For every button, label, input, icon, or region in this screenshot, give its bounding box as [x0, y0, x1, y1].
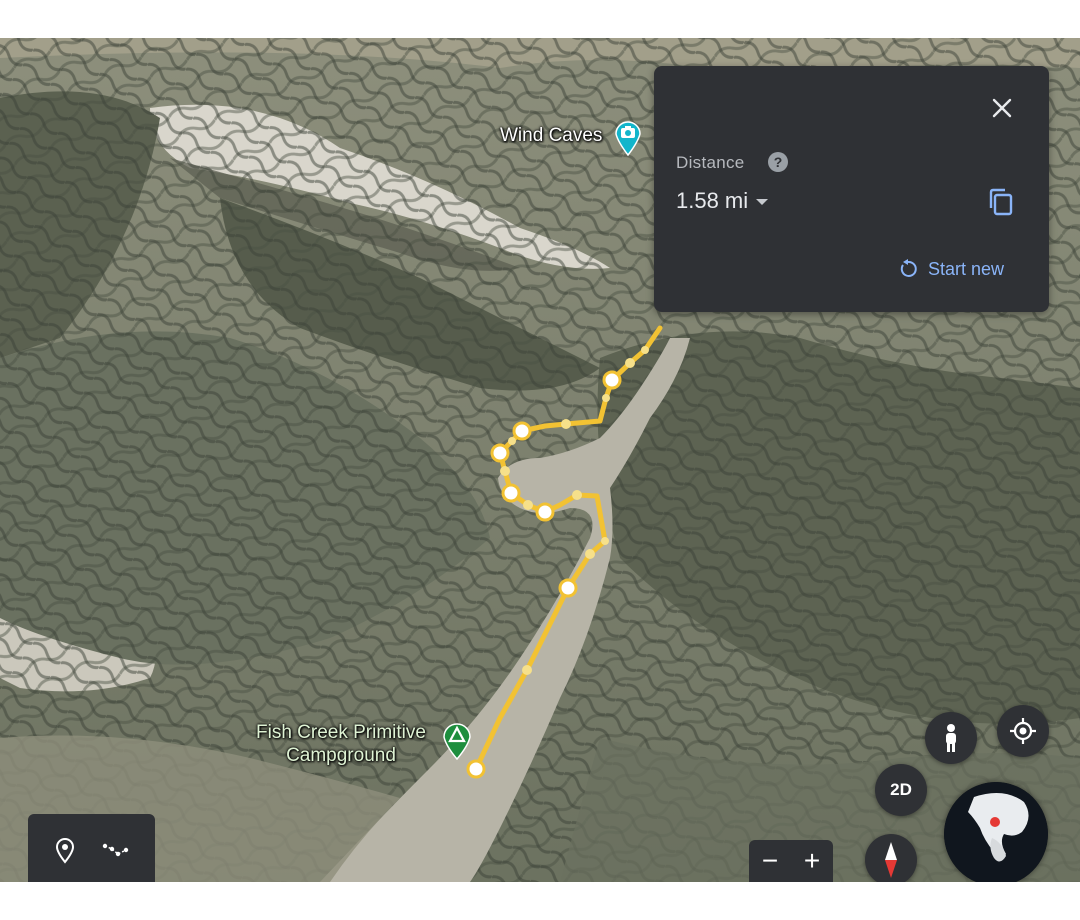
zoom-out-button[interactable]: −: [749, 840, 791, 882]
my-location-icon: [1010, 718, 1036, 744]
campground-pin-icon[interactable]: [442, 720, 472, 760]
camera-pin-icon[interactable]: [614, 118, 642, 156]
compass-button[interactable]: [865, 834, 917, 886]
pegman-icon: [946, 724, 956, 752]
measure-path-icon[interactable]: [102, 836, 130, 864]
globe-button[interactable]: [944, 782, 1048, 886]
place-label-campground[interactable]: Fish Creek Primitive Campground: [256, 721, 426, 767]
start-new-label: Start new: [928, 258, 1005, 279]
my-location-button[interactable]: [997, 705, 1049, 757]
bottom-margin: [0, 882, 1080, 920]
distance-value[interactable]: 1.58 mi: [676, 188, 748, 214]
help-icon[interactable]: ?: [768, 152, 788, 172]
toggle-2d-button[interactable]: 2D: [875, 764, 927, 816]
zoom-controls: − +: [749, 840, 833, 882]
campground-label-line2: Campground: [286, 745, 396, 766]
restart-icon: [900, 259, 917, 277]
globe-icon: [944, 782, 1048, 886]
copy-icon[interactable]: [986, 186, 1016, 218]
measure-distance-panel: Distance ? 1.58 mi Start new: [654, 66, 1049, 312]
campground-label-line1: Fish Creek Primitive: [256, 722, 426, 743]
pegman-button[interactable]: [925, 712, 977, 764]
caret-down-icon[interactable]: [756, 199, 768, 205]
distance-label: Distance: [676, 153, 745, 172]
location-pin-icon[interactable]: [51, 836, 79, 864]
map-tools-toolbar: [28, 814, 155, 882]
compass-icon: [885, 842, 897, 878]
close-icon[interactable]: [990, 96, 1014, 120]
place-label-wind-caves[interactable]: Wind Caves: [500, 124, 602, 147]
start-new-button[interactable]: Start new: [898, 256, 1004, 282]
zoom-in-button[interactable]: +: [791, 840, 833, 882]
svg-text:?: ?: [774, 154, 783, 170]
